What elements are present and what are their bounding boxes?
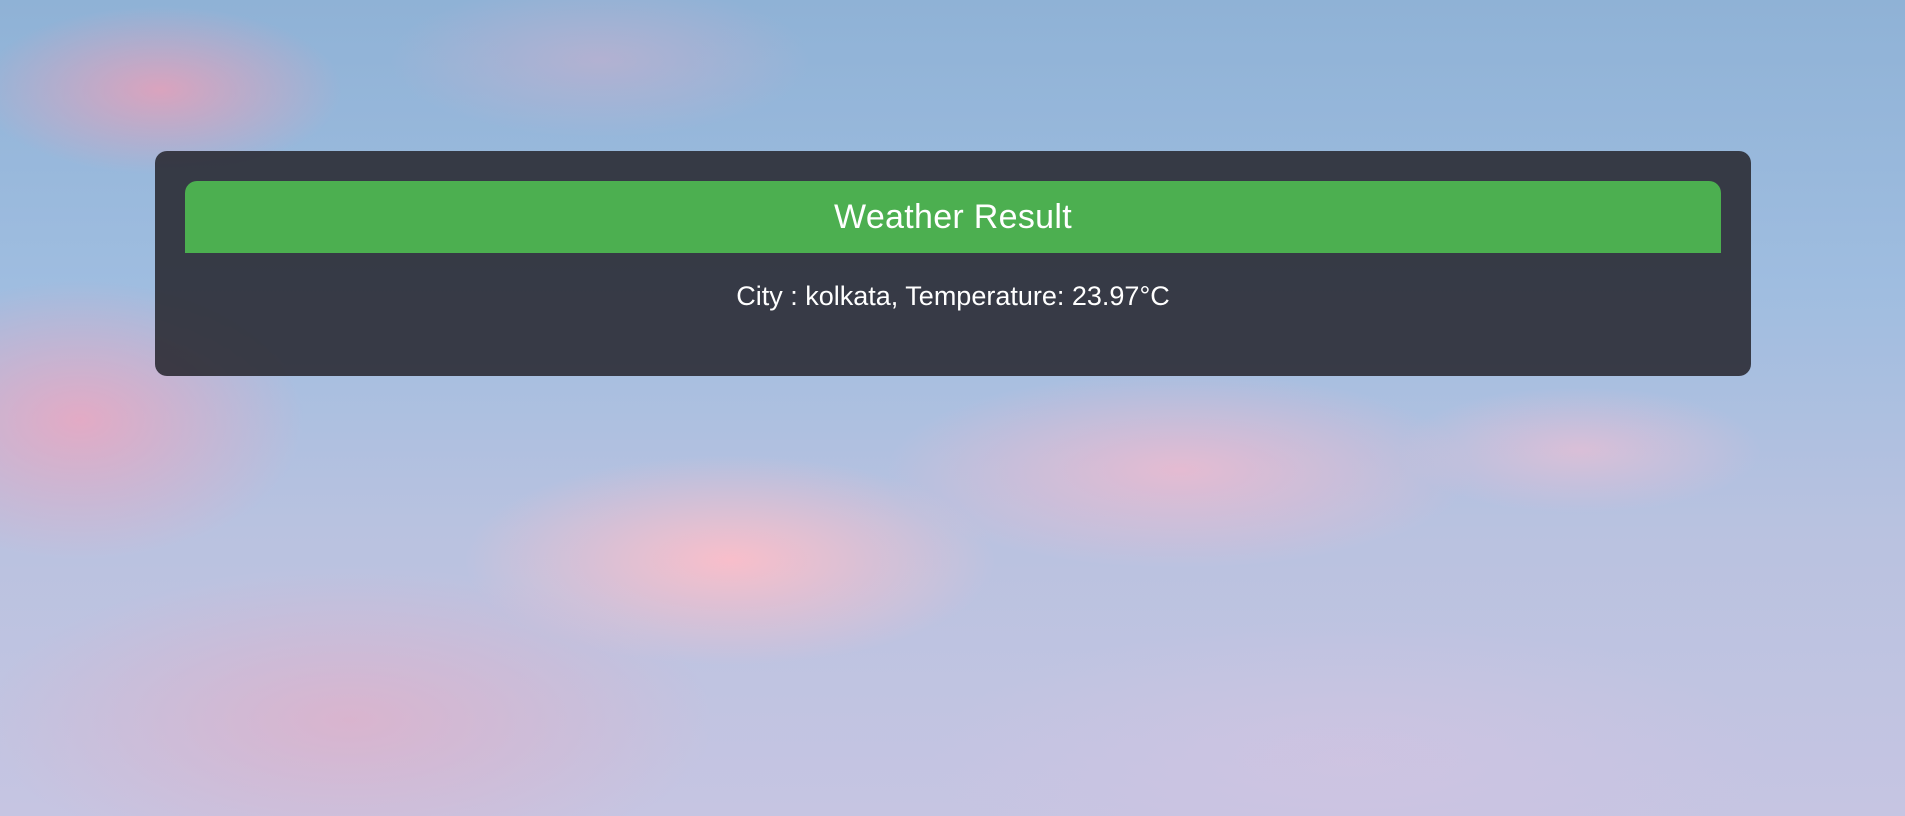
- weather-result-text: City : kolkata, Temperature: 23.97°C: [736, 281, 1170, 311]
- card-title: Weather Result: [834, 197, 1072, 236]
- card-header: Weather Result: [185, 181, 1721, 253]
- weather-result-card: Weather Result City : kolkata, Temperatu…: [155, 151, 1751, 376]
